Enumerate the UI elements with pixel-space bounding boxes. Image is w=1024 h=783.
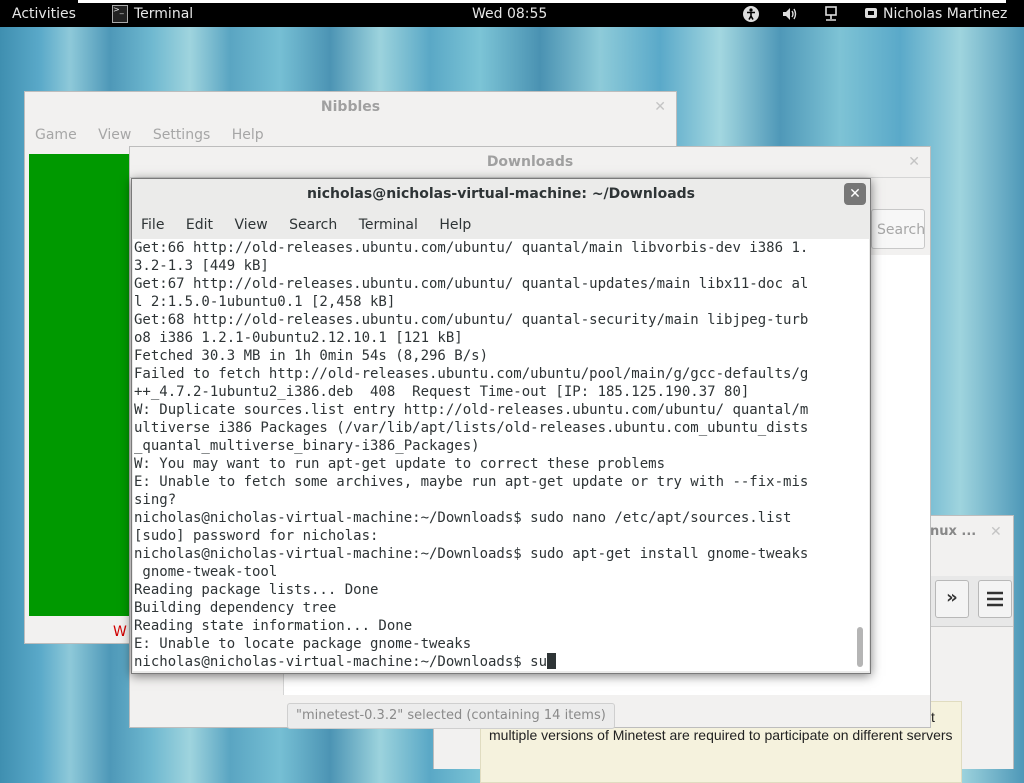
close-icon[interactable]: ✕ [908,147,920,177]
game-status-fragment: W [113,624,127,640]
downloads-titlebar[interactable]: Downloads ✕ [130,147,930,177]
terminal-line: Building dependency tree [134,600,337,616]
game-board[interactable] [29,154,133,616]
menu-help[interactable]: Help [439,217,471,233]
nibbles-title: Nibbles [320,99,381,115]
volume-icon[interactable] [781,5,799,28]
terminal-line: Get:68 http://old-releases.ubuntu.com/ub… [134,312,809,328]
terminal-line: E: Unable to locate package gnome-tweaks [134,636,472,652]
terminal-line: Get:67 http://old-releases.ubuntu.com/ub… [134,276,809,292]
scrollbar[interactable] [855,239,869,671]
close-icon[interactable]: ✕ [654,92,666,122]
nibbles-titlebar[interactable]: Nibbles ✕ [25,92,676,122]
search-button[interactable]: Search [871,209,925,249]
terminal-line: nicholas@nicholas-virtual-machine:~/Down… [134,546,809,562]
chat-status-icon [865,8,877,18]
app-menu-terminal[interactable]: >_ Terminal [112,5,193,23]
terminal-line: [sudo] password for nicholas: [134,528,379,544]
network-icon[interactable] [822,5,840,28]
active-window-strip [78,0,1006,3]
close-icon[interactable]: ✕ [990,524,1002,540]
menu-search[interactable]: Search [289,217,337,233]
terminal-menubar: File Edit View Search Terminal Help [132,209,870,239]
text-cursor [547,653,557,669]
terminal-output[interactable]: Get:66 http://old-releases.ubuntu.com/ub… [133,239,855,671]
clock[interactable]: Wed 08:55 [472,5,547,23]
terminal-line: sing? [134,492,177,508]
terminal-line: W: Duplicate sources.list entry http://o… [134,402,809,418]
accessibility-icon[interactable] [742,5,760,28]
close-icon[interactable]: ✕ [844,183,866,205]
terminal-line: Reading state information... Done [134,618,413,634]
menu-edit[interactable]: Edit [186,217,213,233]
activities-button[interactable]: Activities [12,5,76,23]
terminal-line: Reading package lists... Done [134,582,379,598]
terminal-line: Fetched 30.3 MB in 1h 0min 54s (8,296 B/… [134,348,489,364]
menu-view[interactable]: View [234,217,267,233]
nibbles-menubar: Game View Settings Help [25,122,676,148]
menu-help[interactable]: Help [232,127,264,143]
menu-file[interactable]: File [141,217,164,233]
menu-terminal[interactable]: Terminal [359,217,418,233]
terminal-window[interactable]: nicholas@nicholas-virtual-machine: ~/Dow… [131,178,871,674]
terminal-icon: >_ [112,5,128,23]
terminal-line: E: Unable to fetch some archives, maybe … [134,474,809,490]
terminal-line: Failed to fetch http://old-releases.ubun… [134,366,809,382]
downloads-title: Downloads [486,154,574,170]
terminal-line: nicholas@nicholas-virtual-machine:~/Down… [134,510,792,526]
menu-settings[interactable]: Settings [153,127,210,143]
terminal-line: gnome-tweak-tool [134,564,278,580]
terminal-line: l 2:1.5.0-1ubuntu0.1 [2,458 kB] [134,294,396,310]
chevron-right-icon[interactable]: » [935,580,969,618]
menu-view[interactable]: View [98,127,131,143]
status-bar: "minetest-0.3.2" selected (containing 14… [287,703,615,729]
menu-game[interactable]: Game [35,127,77,143]
terminal-line: Get:66 http://old-releases.ubuntu.com/ub… [134,240,809,256]
terminal-line: _quantal_multiverse_binary-i386_Packages… [134,438,480,454]
app-menu-label: Terminal [134,6,194,22]
scrollbar-thumb[interactable] [857,627,863,667]
terminal-line: W: You may want to run apt-get update to… [134,456,666,472]
terminal-title: nicholas@nicholas-virtual-machine: ~/Dow… [306,186,696,202]
terminal-titlebar[interactable]: nicholas@nicholas-virtual-machine: ~/Dow… [132,179,870,209]
terminal-line: 3.2-1.3 [449 kB] [134,258,269,274]
terminal-prompt-line[interactable]: nicholas@nicholas-virtual-machine:~/Down… [134,654,547,670]
menu-icon[interactable] [978,580,1012,618]
terminal-line: o8 i386 1.2.1-0ubuntu2.12.10.1 [121 kB] [134,330,463,346]
top-panel: Activities >_ Terminal Wed 08:55 Nicholas… [0,0,1024,27]
user-name: Nicholas Martinez [883,6,1008,22]
browser-title: nux ... [930,524,977,539]
terminal-line: ultiverse i386 Packages (/var/lib/apt/li… [134,420,809,436]
terminal-line: ++_4.7.2-1ubuntu2_i386.deb 408 Request T… [134,384,750,400]
user-menu[interactable]: Nicholas Martinez [864,5,1007,23]
terminal-text: Get:66 http://old-releases.ubuntu.com/ub… [133,239,855,671]
